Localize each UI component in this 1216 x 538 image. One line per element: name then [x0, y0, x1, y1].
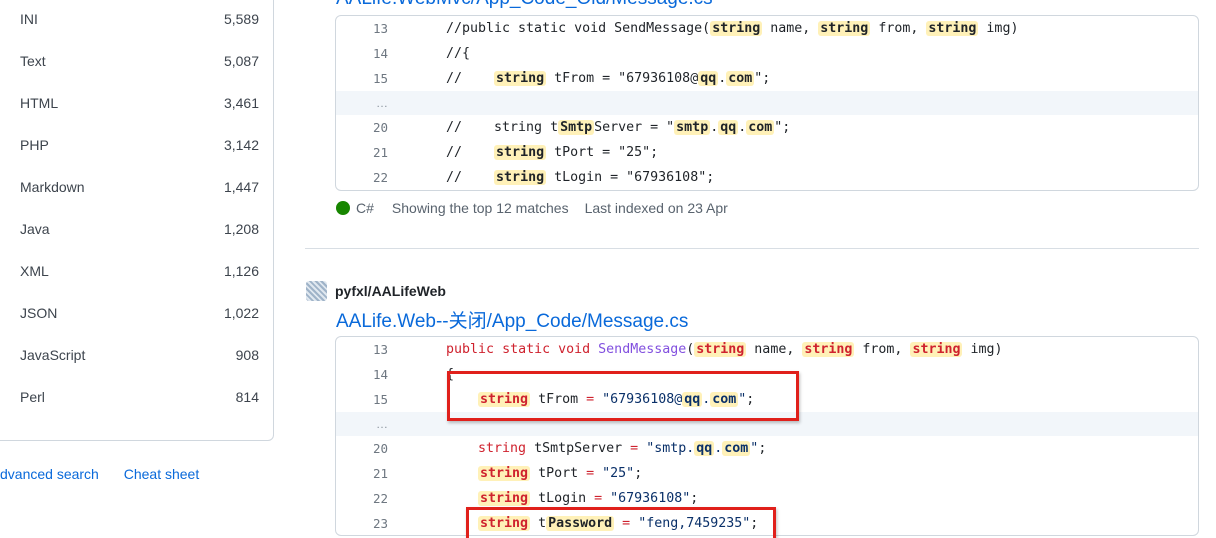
- language-filter-item[interactable]: Text 5,087: [0, 40, 259, 82]
- language-name: PHP: [20, 137, 49, 153]
- language-count: 5,087: [223, 53, 259, 69]
- language-count: 1,022: [223, 305, 259, 321]
- language-name: Markdown: [20, 179, 85, 195]
- language-filter-item[interactable]: XML 1,126: [0, 250, 259, 292]
- repo-avatar[interactable]: [306, 281, 327, 301]
- line-number[interactable]: 23: [336, 516, 388, 531]
- cheat-sheet-link[interactable]: Cheat sheet: [124, 466, 200, 482]
- language-filter-item[interactable]: HTML 3,461: [0, 82, 259, 124]
- line-number[interactable]: 21: [336, 466, 388, 481]
- language-name: Java: [20, 221, 50, 237]
- code-line: 14 //{: [336, 41, 1198, 66]
- code-line: 15 // string tFrom = "67936108@ qq. com ";: [336, 66, 1198, 91]
- repo-name-link[interactable]: pyfxl/AALifeWeb: [335, 283, 446, 299]
- line-number[interactable]: 13: [336, 21, 388, 36]
- line-number[interactable]: 22: [336, 170, 388, 185]
- line-number[interactable]: 14: [336, 46, 388, 61]
- language-count: 1,126: [223, 263, 259, 279]
- result-meta: C# Showing the top 12 matches Last index…: [336, 198, 728, 218]
- code-line: 20 string tSmtpServer = "smtp. qq. com ";: [336, 436, 1198, 461]
- code-snippet: 13 //public static void SendMessage(stri…: [335, 15, 1199, 191]
- language-name: JavaScript: [20, 347, 86, 363]
- code-line: 20 // string t Smtp Server = " smtp. qq. com "…: [336, 115, 1198, 140]
- language-name: INI: [20, 11, 38, 27]
- language-filter-item[interactable]: INI 5,589: [0, 0, 259, 40]
- language-name: XML: [20, 263, 49, 279]
- matches-summary: Showing the top 12 matches: [391, 200, 569, 216]
- language-count: 814: [235, 389, 259, 405]
- language-filter-item[interactable]: PHP 3,142: [0, 124, 259, 166]
- language-color-dot: [336, 201, 350, 215]
- annotation-box-password: [466, 507, 776, 538]
- line-number[interactable]: 20: [336, 441, 388, 456]
- line-number[interactable]: 14: [336, 367, 388, 382]
- language-filter-item[interactable]: JSON 1,022: [0, 292, 259, 334]
- language-name: JSON: [20, 305, 58, 321]
- language-name: Perl: [20, 389, 45, 405]
- code-snippet: 13 public static void SendMessage(string…: [335, 336, 1199, 536]
- language-label: C#: [356, 200, 374, 216]
- language-filter-item[interactable]: Java 1,208: [0, 208, 259, 250]
- language-name: HTML: [20, 95, 59, 111]
- language-name: Text: [20, 53, 46, 69]
- language-count: 3,142: [223, 137, 259, 153]
- line-number[interactable]: 21: [336, 145, 388, 160]
- code-line: 21 // string tPort = "25";: [336, 140, 1198, 165]
- code-line: 21 string tPort = "25";: [336, 461, 1198, 486]
- code-line: 13 //public static void SendMessage(stri…: [336, 16, 1198, 41]
- line-number[interactable]: 20: [336, 120, 388, 135]
- result-file-link[interactable]: AALife.WebMvc/App_Code_Old/Message.cs: [336, 0, 713, 10]
- language-filter-item[interactable]: JavaScript 908: [0, 334, 259, 376]
- annotation-box-tfrom: [447, 371, 799, 421]
- line-number[interactable]: 22: [336, 491, 388, 506]
- sidebar-footer-links: dvanced search Cheat sheet: [0, 466, 199, 482]
- code-line: 22 // string tLogin = "67936108";: [336, 165, 1198, 190]
- ellipsis-icon: …: [376, 417, 388, 431]
- result-divider: [305, 248, 1199, 249]
- last-indexed: Last indexed on 23 Apr: [584, 200, 728, 216]
- language-count: 1,208: [223, 221, 259, 237]
- repo-header: pyfxl/AALifeWeb: [306, 281, 446, 301]
- advanced-search-link[interactable]: dvanced search: [0, 466, 99, 482]
- result-file-link[interactable]: AALife.Web--关闭/App_Code/Message.cs: [336, 306, 688, 333]
- ellipsis-icon: …: [376, 96, 388, 110]
- line-number[interactable]: 15: [336, 71, 388, 86]
- language-filter-item[interactable]: Perl 814: [0, 376, 259, 418]
- line-number[interactable]: 15: [336, 392, 388, 407]
- expand-lines-row[interactable]: …: [336, 91, 1198, 115]
- language-count: 1,447: [223, 179, 259, 195]
- language-count: 908: [235, 347, 259, 363]
- code-line: 13 public static void SendMessage(string…: [336, 337, 1198, 362]
- language-filter-item[interactable]: Markdown 1,447: [0, 166, 259, 208]
- language-count: 3,461: [223, 95, 259, 111]
- language-count: 5,589: [223, 11, 259, 27]
- line-number[interactable]: 13: [336, 342, 388, 357]
